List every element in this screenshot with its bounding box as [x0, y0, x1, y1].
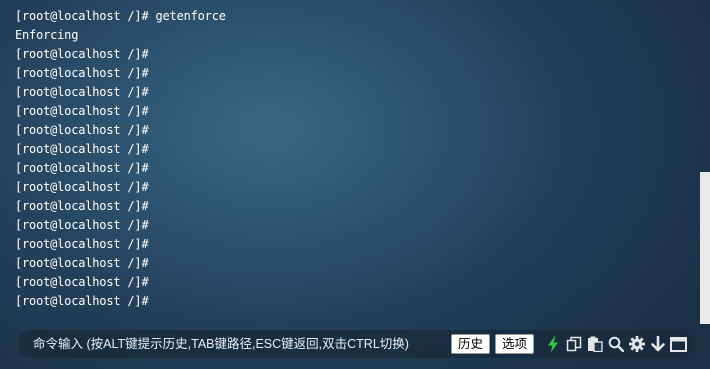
terminal-output[interactable]: [root@localhost /]# getenforce Enforcing… [0, 0, 700, 326]
terminal-line: [root@localhost /]# [15, 180, 149, 194]
terminal-line: [root@localhost /]# getenforce [15, 9, 226, 23]
command-bar-icons [544, 335, 691, 353]
terminal-line: [root@localhost /]# [15, 85, 149, 99]
terminal-line: Enforcing [15, 28, 79, 42]
terminal-line: [root@localhost /]# [15, 161, 149, 175]
terminal-line: [root@localhost /]# [15, 294, 149, 308]
terminal-line: [root@localhost /]# [15, 142, 149, 156]
paste-icon[interactable] [586, 336, 603, 353]
terminal-line: [root@localhost /]# [15, 199, 149, 213]
window-icon[interactable] [670, 336, 688, 353]
lightning-icon[interactable] [544, 335, 561, 353]
terminal-scrollbar[interactable] [700, 0, 710, 326]
command-bar: 历史 选项 [18, 330, 693, 358]
terminal-lines: [root@localhost /]# getenforce Enforcing… [15, 7, 226, 311]
options-button[interactable]: 选项 [495, 334, 535, 354]
terminal-line: [root@localhost /]# [15, 47, 149, 61]
terminal-line: [root@localhost /]# [15, 256, 149, 270]
command-input[interactable] [33, 332, 429, 356]
terminal-line: [root@localhost /]# [15, 218, 149, 232]
scrollbar-thumb[interactable] [700, 172, 710, 324]
terminal-line: [root@localhost /]# [15, 275, 149, 289]
terminal-line: [root@localhost /]# [15, 237, 149, 251]
arrow-down-icon[interactable] [649, 336, 666, 353]
terminal-line: [root@localhost /]# [15, 104, 149, 118]
terminal-line: [root@localhost /]# [15, 123, 149, 137]
gear-icon[interactable] [628, 336, 645, 353]
terminal-line: [root@localhost /]# [15, 66, 149, 80]
history-button[interactable]: 历史 [451, 334, 491, 354]
search-icon[interactable] [607, 336, 624, 353]
copy-icon[interactable] [565, 336, 582, 353]
